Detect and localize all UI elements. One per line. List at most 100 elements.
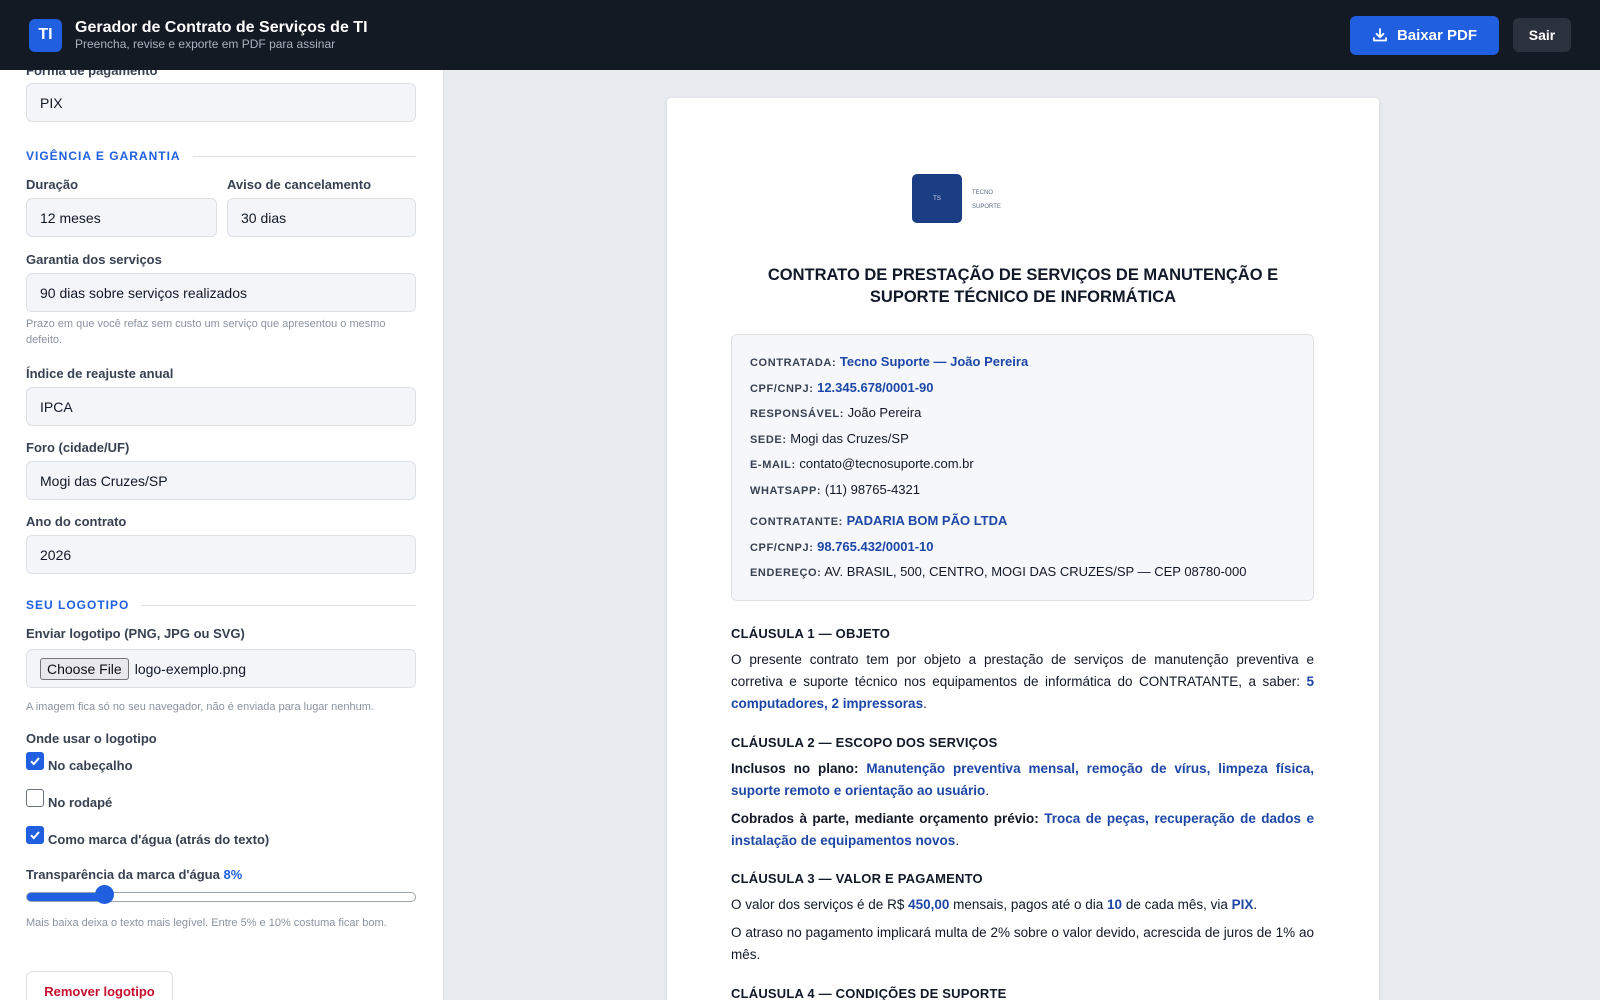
c3-text-b: mensais, pagos até o dia (953, 897, 1104, 912)
transparency-hint: Mais baixa deixa o texto mais legível. E… (26, 917, 387, 929)
contratada-value: Tecno Suporte — João Pereira (839, 354, 1029, 369)
duration-input[interactable]: 12 meses (26, 198, 217, 237)
app-titles: Gerador de Contrato de Serviços de TI Pr… (75, 18, 368, 52)
transparency-label-text: Transparência da marca d'água (26, 867, 220, 882)
contract-logo-mark: TS (912, 174, 962, 223)
transparency-value: 8% (223, 867, 243, 882)
year-input[interactable]: 2026 (26, 535, 416, 574)
option-watermark[interactable]: Como marca d'água (atrás do texto) (26, 826, 269, 847)
endereco-value: AV. BRASIL, 500, CENTRO, MOGI DAS CRUZES… (824, 564, 1247, 579)
clause-1-body: O presente contrato tem por objeto a pre… (731, 652, 1314, 689)
watermark-checkbox-label: Como marca d'água (atrás do texto) (48, 832, 270, 847)
index-label: Índice de reajuste anual (26, 366, 174, 381)
download-pdf-button[interactable]: Baixar PDF (1350, 15, 1499, 55)
slider-fill (27, 893, 105, 901)
header-checkbox[interactable] (26, 752, 44, 770)
notice-input[interactable]: 30 dias (227, 198, 416, 237)
warranty-hint: Prazo em que você refaz sem custo um ser… (26, 318, 386, 346)
cnpj-key: CPF/CNPJ: (750, 382, 814, 395)
clause-3-value: O valor dos serviços é de R$ 450,00 mens… (731, 897, 1258, 912)
clause-1-text: O presente contrato tem por objeto a pre… (731, 652, 1314, 711)
check-icon (30, 831, 40, 840)
section-validity: VIGÊNCIA E GARANTIA (26, 149, 416, 163)
sede-value: Mogi das Cruzes/SP (790, 430, 909, 446)
app-subtitle: Preencha, revise e exporte em PDF para a… (75, 37, 336, 51)
c3-text-c: de cada mês, via (1125, 897, 1228, 912)
forum-input[interactable]: Mogi das Cruzes/SP (26, 461, 416, 500)
file-input[interactable]: Choose File logo-exemplo.png (26, 649, 416, 688)
remove-logo-button[interactable]: Remover logotipo (26, 971, 173, 1000)
where-label: Onde usar o logotipo (26, 731, 157, 746)
responsavel-line: RESPONSÁVEL: João Pereira (750, 405, 1295, 431)
cnpj-key: CPF/CNPJ: (750, 541, 814, 554)
cnpj-contratante-line: CPF/CNPJ: 98.765.432/0001-10 (750, 539, 1295, 565)
contract-logo: TS TECNO SUPORTE (912, 174, 1001, 223)
download-pdf-label: Baixar PDF (1396, 26, 1478, 44)
warranty-label: Garantia dos serviços (26, 252, 162, 267)
clause-4-title: CLÁUSULA 4 — CONDIÇÕES DE SUPORTE (731, 986, 1007, 1000)
contratada-key: CONTRATADA: (750, 357, 837, 369)
contract-logo-line1: TECNO (972, 190, 993, 196)
index-input[interactable]: IPCA (26, 387, 416, 426)
email-key: E-MAIL: (750, 459, 796, 471)
section-divider (141, 604, 416, 606)
clause-2-included: Inclusos no plano: Manutenção preventiva… (731, 761, 1314, 798)
warranty-input[interactable]: 90 dias sobre serviços realizados (26, 273, 416, 312)
c3-method: PIX (1231, 897, 1254, 912)
clause-3-late: O atraso no pagamento implicará multa de… (731, 925, 1314, 962)
clause-1-title: CLÁUSULA 1 — OBJETO (731, 626, 891, 641)
c3-amount: 450,00 (908, 897, 950, 912)
contratante-key: CONTRATANTE: (750, 516, 843, 528)
endereco-line: ENDEREÇO: AV. BRASIL, 500, CENTRO, MOGI … (750, 564, 1295, 590)
parties-box: CONTRATADA: Tecno Suporte — João Pereira… (731, 334, 1314, 601)
included-key: Inclusos no plano: (731, 761, 859, 776)
responsavel-key: RESPONSÁVEL: (750, 408, 844, 420)
app-title: Gerador de Contrato de Serviços de TI (75, 19, 368, 36)
whatsapp-line: WHATSAPP: (11) 98765-4321 (750, 482, 1295, 508)
transparency-slider[interactable] (26, 892, 416, 902)
c3-text-a: O valor dos serviços é de R$ (731, 897, 905, 912)
sede-key: SEDE: (750, 433, 787, 446)
clause-1: CLÁUSULA 1 — OBJETO O presente contrato … (731, 626, 1314, 715)
contract-logo-text: TECNO SUPORTE (972, 186, 1001, 223)
forum-label: Foro (cidade/UF) (26, 440, 130, 455)
section-divider (192, 155, 416, 157)
excluded-key: Cobrados à parte, mediante orçamento pré… (731, 811, 1039, 826)
payment-input[interactable]: PIX (26, 83, 416, 122)
section-logo-title: SEU LOGOTIPO (26, 598, 130, 612)
app-logo: TI (29, 18, 62, 52)
whatsapp-key: WHATSAPP: (750, 484, 822, 497)
footer-checkbox[interactable] (26, 789, 44, 807)
header-actions: Baixar PDF Sair (1350, 15, 1571, 55)
exit-button[interactable]: Sair (1513, 18, 1571, 52)
payment-label: Forma de pagamento (26, 70, 158, 78)
cnpj-contratada-value: 12.345.678/0001-90 (817, 379, 934, 395)
year-label: Ano do contrato (26, 514, 127, 529)
clause-4: CLÁUSULA 4 — CONDIÇÕES DE SUPORTE (731, 986, 1314, 1000)
email-value: contato@tecnosuporte.com.br (799, 456, 974, 471)
option-header[interactable]: No cabeçalho (26, 752, 133, 773)
cnpj-contratante-value: 98.765.432/0001-10 (817, 538, 934, 554)
choose-file-button[interactable]: Choose File (40, 657, 129, 680)
slider-handle[interactable] (94, 885, 114, 904)
header-checkbox-label: No cabeçalho (48, 758, 133, 773)
sede-line: SEDE: Mogi das Cruzes/SP (750, 431, 1295, 457)
download-icon (1373, 28, 1387, 42)
clause-2-title: CLÁUSULA 2 — ESCOPO DOS SERVIÇOS (731, 735, 998, 750)
whatsapp-value: (11) 98765-4321 (824, 481, 920, 497)
option-footer[interactable]: No rodapé (26, 789, 112, 810)
clause-3: CLÁUSULA 3 — VALOR E PAGAMENTO O valor d… (731, 871, 1314, 966)
file-name: logo-exemplo.png (134, 660, 246, 677)
contratante-line: CONTRATANTE: PADARIA BOM PÃO LTDA (750, 513, 1295, 539)
section-validity-title: VIGÊNCIA E GARANTIA (26, 149, 181, 163)
upload-label: Enviar logotipo (PNG, JPG ou SVG) (26, 626, 245, 641)
watermark-checkbox[interactable] (26, 826, 44, 844)
clause-3-title: CLÁUSULA 3 — VALOR E PAGAMENTO (731, 871, 983, 886)
contract-logo-line2: SUPORTE (972, 204, 1001, 210)
clause-2-excluded: Cobrados à parte, mediante orçamento pré… (731, 811, 1314, 848)
cnpj-contratada-line: CPF/CNPJ: 12.345.678/0001-90 (750, 380, 1295, 406)
transparency-label: Transparência da marca d'água 8% (26, 867, 242, 882)
check-icon (30, 757, 40, 766)
top-bar: TI Gerador de Contrato de Serviços de TI… (0, 0, 1600, 70)
duration-label: Duração (26, 177, 79, 192)
